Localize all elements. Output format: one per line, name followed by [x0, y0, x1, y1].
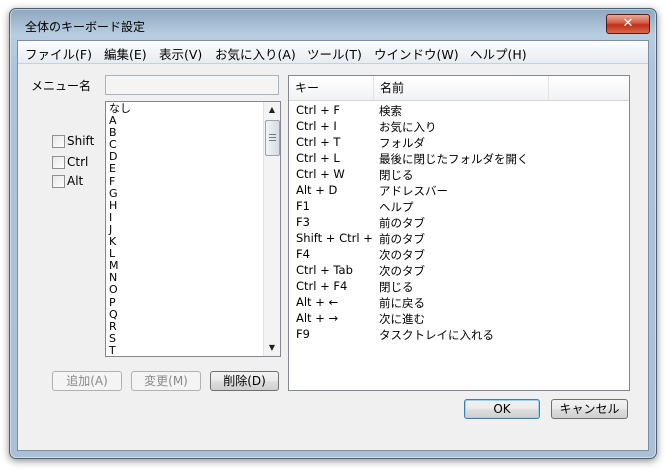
table-row[interactable]: Shift + Ctrl + ... 前のタブ	[289, 230, 629, 246]
shortcut-key: Ctrl + F4	[296, 279, 348, 293]
shortcut-key: Ctrl + W	[296, 167, 345, 181]
shortcut-key: Ctrl + Tab	[296, 263, 353, 277]
shortcut-key: F3	[296, 215, 310, 229]
shortcut-listview[interactable]: キー 名前 Ctrl + F 検索 Ctrl + I お気に入り Ctrl + T フォル…	[288, 75, 630, 391]
shortcut-name: 検索	[379, 104, 402, 118]
shortcut-name: 次のタブ	[379, 248, 425, 262]
shortcut-name: 閉じる	[379, 280, 414, 294]
table-row[interactable]: F9 タスクトレイに入れる	[289, 326, 629, 342]
menu-tools[interactable]: ツール(T)	[307, 44, 362, 63]
add-button[interactable]: 追加(A)	[52, 371, 122, 391]
scroll-down-icon[interactable]: ▼	[264, 340, 280, 356]
table-row[interactable]: Ctrl + L 最後に閉じたフォルダを開く	[289, 150, 629, 166]
table-row[interactable]: Alt + → 次に進む	[289, 310, 629, 326]
list-item[interactable]: G	[109, 187, 131, 200]
scroll-thumb[interactable]	[265, 120, 280, 156]
shortcut-name: 前のタブ	[379, 232, 425, 246]
ok-button[interactable]: OK	[464, 399, 540, 419]
list-item[interactable]: H	[109, 199, 131, 212]
shift-label: Shift	[67, 134, 95, 148]
ctrl-label: Ctrl	[67, 155, 89, 169]
shortcut-key: Ctrl + T	[296, 135, 341, 149]
grip-line	[269, 137, 276, 138]
column-header-key[interactable]: キー	[289, 76, 374, 100]
menu-file[interactable]: ファイル(F)	[25, 44, 92, 63]
list-item[interactable]: R	[109, 320, 131, 333]
scroll-up-icon[interactable]: ▲	[264, 102, 280, 118]
table-row[interactable]: Ctrl + W 閉じる	[289, 166, 629, 182]
grip-line	[269, 140, 276, 141]
table-row[interactable]: Alt + ← 前に戻る	[289, 294, 629, 310]
menu-window[interactable]: ウインドウ(W)	[374, 44, 459, 63]
table-row[interactable]: F1 ヘルプ	[289, 198, 629, 214]
shortcut-name: アドレスバー	[379, 184, 448, 198]
shortcut-name: 前のタブ	[379, 216, 425, 230]
shortcut-key: Ctrl + I	[296, 119, 337, 133]
shortcut-name: 閉じる	[379, 168, 414, 182]
shortcut-key: Alt + ←	[296, 295, 339, 309]
table-row[interactable]: Ctrl + T フォルダ	[289, 134, 629, 150]
list-item[interactable]: P	[109, 296, 131, 309]
dialog-title: 全体のキーボード設定	[25, 20, 146, 34]
menu-help[interactable]: ヘルプ(H)	[470, 44, 527, 63]
shortcut-name: タスクトレイに入れる	[379, 328, 494, 342]
table-row[interactable]: F3 前のタブ	[289, 214, 629, 230]
shortcut-name: ヘルプ	[379, 200, 414, 214]
table-row[interactable]: Ctrl + F 検索	[289, 102, 629, 118]
menu-view[interactable]: 表示(V)	[159, 44, 202, 63]
cancel-button[interactable]: キャンセル	[551, 399, 628, 419]
table-row[interactable]: Ctrl + I お気に入り	[289, 118, 629, 134]
column-header-name[interactable]: 名前	[374, 76, 549, 100]
shortcut-name: 最後に閉じたフォルダを開く	[379, 152, 529, 166]
key-list-scrollbar[interactable]: ▲ ▼	[263, 102, 280, 356]
list-item[interactable]: F	[109, 175, 131, 188]
shortcut-key: F1	[296, 199, 310, 213]
shortcut-name: 次のタブ	[379, 264, 425, 278]
list-item[interactable]: E	[109, 163, 131, 175]
shortcut-name: 前に戻る	[379, 296, 425, 310]
shift-checkbox[interactable]	[52, 135, 65, 148]
shortcut-key: F4	[296, 247, 310, 261]
shortcut-key: Ctrl + L	[296, 151, 340, 165]
table-row[interactable]: F4 次のタブ	[289, 246, 629, 262]
delete-button[interactable]: 削除(D)	[210, 371, 279, 391]
list-item[interactable]: I	[109, 211, 131, 224]
title-bar[interactable]: 全体のキーボード設定 ✕	[10, 9, 656, 37]
menu-favorites[interactable]: お気に入り(A)	[215, 44, 296, 63]
dialog-client-area: ファイル(F) 編集(E) 表示(V) お気に入り(A) ツール(T) ウインド…	[17, 40, 649, 451]
key-list-items: なし A B C D E F G H I J K L M N O P Q R S T	[109, 102, 131, 356]
keyboard-settings-dialog: 全体のキーボード設定 ✕ ファイル(F) 編集(E) 表示(V) お気に入り(A…	[9, 8, 657, 459]
table-row[interactable]: Alt + D アドレスバー	[289, 182, 629, 198]
list-item[interactable]: O	[109, 284, 131, 296]
key-listbox[interactable]: なし A B C D E F G H I J K L M N O P Q R S T ▲ ▼	[105, 101, 281, 357]
shortcut-name: お気に入り	[379, 120, 437, 134]
menu-name-label: メニュー名	[31, 79, 92, 93]
shortcut-name: フォルダ	[379, 136, 425, 150]
shortcut-key: Alt + →	[296, 311, 339, 325]
shortcut-key: Shift + Ctrl + ...	[296, 231, 374, 245]
shortcut-key: Ctrl + F	[296, 103, 341, 117]
alt-label: Alt	[67, 174, 84, 188]
table-row[interactable]: Ctrl + Tab 次のタブ	[289, 262, 629, 278]
close-button[interactable]: ✕	[606, 14, 650, 34]
ctrl-checkbox[interactable]	[52, 156, 65, 169]
menu-edit[interactable]: 編集(E)	[104, 44, 147, 63]
shortcut-key: F9	[296, 327, 310, 341]
change-button[interactable]: 変更(M)	[131, 371, 201, 391]
grip-line	[269, 134, 276, 135]
shortcut-key: Alt + D	[296, 183, 338, 197]
menu-bar: ファイル(F) 編集(E) 表示(V) お気に入り(A) ツール(T) ウインド…	[18, 41, 648, 64]
menu-name-input[interactable]	[105, 75, 279, 95]
alt-checkbox[interactable]	[52, 175, 65, 188]
list-item[interactable]: T	[109, 344, 131, 356]
list-item[interactable]: Q	[109, 308, 131, 321]
shortcut-name: 次に進む	[379, 312, 425, 326]
listview-header: キー 名前	[289, 76, 629, 101]
table-row[interactable]: Ctrl + F4 閉じる	[289, 278, 629, 294]
